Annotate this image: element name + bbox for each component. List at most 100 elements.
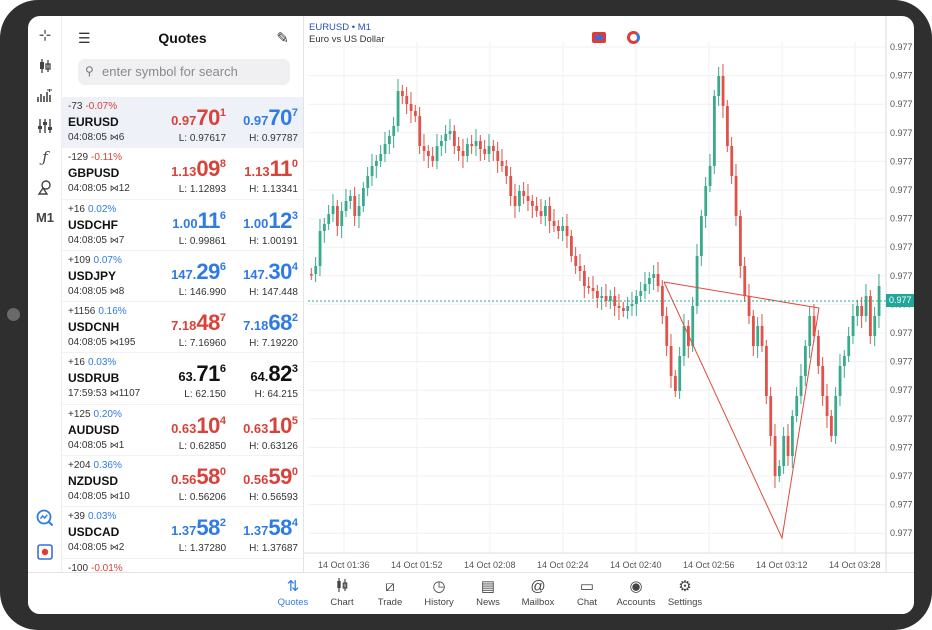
chart-symbol: EURUSD • M1 [309, 22, 371, 33]
candle-body [721, 76, 725, 106]
spread-icon: ⋈ [109, 234, 119, 245]
time-axis-label: 14 Oct 03:28 [829, 560, 881, 570]
bottom-navigation: ⇅ Quotes Chart ⧄ Trade ◷ History ▤ News @ Mailbox ▭… [28, 572, 914, 614]
search-placeholder: enter symbol for search [102, 64, 238, 79]
high-price: H: 147.448 [249, 286, 298, 298]
quote-row[interactable]: +16 0.03% USDRUB 17:59:53 ⋈1107 63.716 64.823… [62, 353, 303, 405]
quote-row[interactable]: -129 -0.11% GBPUSD 04:08:05 ⋈12 1.13098 1.131… [62, 148, 303, 200]
candle-body [444, 134, 448, 141]
candle-body [336, 206, 339, 226]
quote-row[interactable]: -73 -0.07% EURUSD 04:08:05 ⋈6 0.97701 0.97707… [62, 97, 303, 149]
quote-row[interactable]: +125 0.20% AUDUSD 04:08:05 ⋈1 0.63104 0.63105… [62, 405, 303, 457]
nav-mailbox[interactable]: @ Mailbox [511, 577, 565, 608]
candle-body [704, 186, 708, 216]
bid-price[interactable]: 7.18487 [171, 310, 226, 336]
ask-price[interactable]: 1.13110 [244, 156, 298, 182]
news-icon: ▤ [480, 578, 496, 595]
candle-body [743, 266, 747, 296]
candle-body [786, 436, 790, 456]
candle-body [496, 151, 500, 161]
time-axis-label: 14 Oct 02:24 [537, 560, 589, 570]
ask-price[interactable]: 7.18682 [243, 310, 298, 336]
spread-value: 12 [118, 183, 130, 195]
ask-price[interactable]: 0.56590 [243, 464, 298, 490]
tablet-frame: ⊹ ƒ M1 ☰ Quotes ✎ ⚲ enter symbol for sea… [0, 0, 932, 630]
ask-price[interactable]: 1.00123 [243, 208, 298, 234]
one-click-trade-icon[interactable] [592, 32, 606, 43]
nav-chart[interactable]: Chart [315, 577, 369, 608]
quote-row[interactable]: +109 0.07% USDJPY 04:08:05 ⋈8 147.296 147.304… [62, 251, 303, 303]
nav-chat[interactable]: ▭ Chat [560, 577, 614, 608]
chart-area[interactable]: 0.977 0.977 0.977 0.977 0.977 0.977 0.977 0.977… [304, 16, 914, 572]
candle-body [782, 436, 786, 466]
nav-label: Chart [330, 597, 354, 608]
candle-body [873, 316, 877, 336]
spread-value: 1107 [118, 388, 141, 400]
trading-signals-icon[interactable] [31, 507, 59, 529]
candles-icon[interactable] [31, 55, 59, 77]
ask-price[interactable]: 1.37584 [243, 515, 298, 541]
candle-body [674, 376, 677, 391]
quotes-header: ☰ Quotes ✎ [62, 16, 303, 60]
edit-pencil-icon[interactable]: ✎ [276, 29, 289, 47]
candle-body [531, 201, 534, 206]
timeframe-button[interactable]: M1 [31, 206, 59, 228]
symbol-search-input[interactable]: ⚲ enter symbol for search [78, 59, 290, 85]
spread-value: 7 [118, 234, 125, 246]
candle-body [518, 191, 521, 206]
change-percent: 0.03% [87, 357, 117, 369]
nav-history[interactable]: ◷ History [412, 577, 466, 608]
objects-icon[interactable] [31, 176, 59, 198]
bid-price[interactable]: 1.13098 [171, 156, 226, 182]
candle-body [405, 96, 409, 104]
change-percent: -0.01% [91, 562, 123, 572]
quote-row[interactable]: +39 0.03% USDCAD 04:08:05 ⋈2 1.37582 1.37584 L… [62, 507, 303, 559]
symbol-name: USDCNH [68, 320, 120, 335]
time-axis-label: 14 Oct 01:52 [391, 560, 443, 570]
indicators-icon[interactable] [31, 115, 59, 137]
low-price: L: 1.12893 [178, 184, 226, 196]
candle-body [561, 226, 565, 231]
spread-icon: ⋈ [109, 439, 119, 450]
ask-price[interactable]: 0.63105 [243, 413, 298, 439]
one-click-trading-icon[interactable] [31, 541, 59, 563]
function-icon[interactable]: ƒ [31, 146, 59, 168]
ask-price[interactable]: 0.97707 [243, 105, 298, 131]
camera-dot [7, 308, 20, 321]
quote-row[interactable]: +204 0.36% NZDUSD 04:08:05 ⋈10 0.56580 0.5659… [62, 456, 303, 508]
ask-price[interactable]: 147.304 [243, 259, 298, 285]
nav-quotes[interactable]: ⇅ Quotes [266, 577, 320, 608]
quotes-title: Quotes [158, 30, 207, 46]
candle-body [669, 346, 673, 376]
quote-row[interactable]: +1156 0.16% USDCNH 04:08:05 ⋈195 7.18487 7.18… [62, 302, 303, 354]
bid-price[interactable]: 1.37582 [171, 515, 226, 541]
ask-price[interactable]: 64.823 [250, 361, 298, 387]
price-axis-label: 0.977 [890, 185, 913, 195]
crosshair-icon[interactable]: ⊹ [31, 24, 59, 46]
symbol-name: USDCHF [68, 217, 118, 232]
nav-accounts[interactable]: ◉ Accounts [609, 577, 663, 608]
nav-news[interactable]: ▤ News [461, 577, 515, 608]
trade-levels-icon[interactable] [627, 31, 640, 44]
quote-row[interactable]: -100 -0.01% [62, 559, 303, 572]
bars-icon[interactable] [31, 85, 59, 107]
candle-body [383, 144, 387, 154]
quote-row[interactable]: +16 0.02% USDCHF 04:08:05 ⋈7 1.00116 1.00123 L… [62, 200, 303, 251]
candle-body [509, 176, 513, 196]
bid-price[interactable]: 0.97701 [171, 105, 226, 131]
high-price: H: 1.00191 [249, 235, 298, 247]
symbol-name: EURUSD [68, 115, 119, 129]
candle-body [362, 188, 365, 206]
bid-price[interactable]: 63.716 [178, 361, 226, 387]
bid-price[interactable]: 0.63104 [171, 413, 226, 439]
bid-price[interactable]: 0.56580 [171, 464, 226, 490]
bid-price[interactable]: 1.00116 [172, 208, 226, 234]
nav-settings[interactable]: ⚙ Settings [658, 577, 712, 608]
change-points: +16 0.03% [68, 357, 117, 369]
candle-body [483, 149, 487, 154]
candlestick-chart[interactable]: 0.977 0.977 0.977 0.977 0.977 0.977 0.977 0.977… [304, 16, 914, 572]
nav-trade[interactable]: ⧄ Trade [363, 577, 417, 608]
bid-price[interactable]: 147.296 [171, 259, 226, 285]
candle-body [648, 278, 651, 284]
candle-body [353, 196, 357, 216]
